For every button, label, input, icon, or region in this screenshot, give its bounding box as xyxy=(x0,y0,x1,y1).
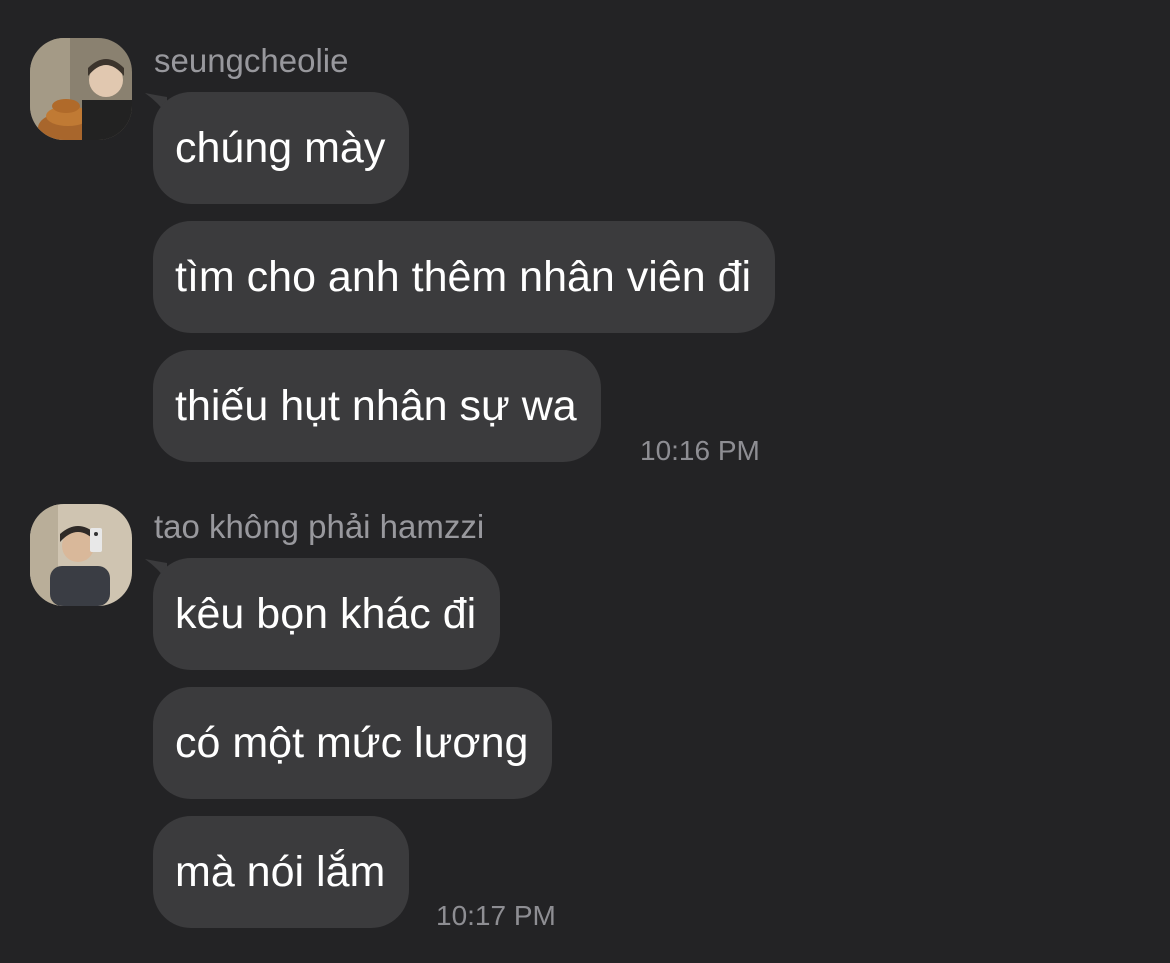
message-bubble[interactable]: có một mức lương xyxy=(153,687,553,799)
avatar-photo-icon xyxy=(30,504,132,606)
message-bubble[interactable]: kêu bọn khác đi xyxy=(153,558,501,670)
message-bubble[interactable]: mà nói lắm xyxy=(153,816,410,928)
message-group: tao không phải hamzzi kêu bọn khác đi có… xyxy=(0,0,1170,963)
avatar[interactable] xyxy=(30,504,132,606)
message-timestamp: 10:17 PM xyxy=(436,900,556,931)
sender-name: tao không phải hamzzi xyxy=(154,508,485,545)
